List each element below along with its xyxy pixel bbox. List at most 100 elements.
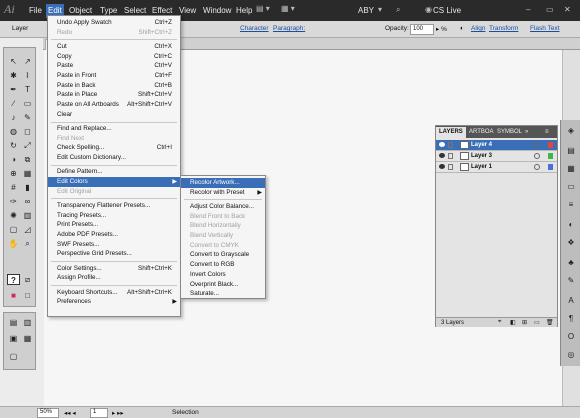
artboard-number-field[interactable]: 1: [90, 408, 108, 418]
scale-icon[interactable]: ⤢: [21, 140, 34, 151]
panel-icon[interactable]: ▦: [21, 333, 34, 344]
paintbrush-icon[interactable]: ♪: [7, 112, 20, 123]
clipping-mask-icon[interactable]: ◧: [510, 319, 516, 326]
column-graph-icon[interactable]: ▥: [21, 210, 34, 221]
opacity-field[interactable]: 100: [410, 24, 434, 35]
magic-wand-icon[interactable]: ✱: [7, 70, 20, 81]
menu-item-tracing-presets[interactable]: Tracing Presets...: [48, 211, 180, 221]
layers-panel-icon[interactable]: ◈: [564, 126, 578, 138]
menu-effect[interactable]: Effect: [152, 6, 172, 15]
menu-view[interactable]: View: [179, 6, 196, 15]
menu-item-convert-to-grayscale[interactable]: Convert to Grayscale: [181, 250, 265, 260]
menu-item-adobe-pdf-presets[interactable]: Adobe PDF Presets...: [48, 230, 180, 240]
recolor-icon[interactable]: ◐: [460, 25, 464, 32]
gradient-icon[interactable]: ▮: [21, 182, 34, 193]
character-link[interactable]: Character: [240, 25, 269, 32]
eraser-icon[interactable]: ◻: [21, 126, 34, 137]
align-link[interactable]: Align: [471, 25, 485, 32]
menu-item-cut[interactable]: Cut Ctrl+X: [48, 42, 180, 52]
maximize-icon[interactable]: ▭: [546, 5, 554, 14]
search-icon[interactable]: ⌕: [396, 5, 400, 15]
stroke-swatch-icon[interactable]: □: [21, 290, 34, 301]
menu-item-define-pattern[interactable]: Define Pattern...: [48, 167, 180, 177]
menu-item-edit-colors[interactable]: Edit Colors ▶: [48, 177, 180, 187]
menu-item-paste-in-place[interactable]: Paste in Place Shift+Ctrl+V: [48, 90, 180, 100]
zoom-icon[interactable]: ⌕: [21, 238, 34, 249]
target-circle-icon[interactable]: [534, 142, 540, 148]
none-fill-icon[interactable]: ⧄: [21, 274, 34, 285]
artboard-icon[interactable]: ▢: [7, 224, 20, 235]
menu-select[interactable]: Select: [124, 6, 146, 15]
layer-name[interactable]: Layer 1: [471, 164, 492, 170]
layer-name[interactable]: Layer 4: [471, 142, 492, 148]
eyedropper-icon[interactable]: ✑: [7, 196, 20, 207]
paragraph-link[interactable]: Paragraph:: [273, 25, 305, 32]
layer-row[interactable]: Layer 3: [436, 151, 557, 162]
brushes-panel-icon[interactable]: ✎: [564, 276, 578, 288]
menu-item-undo-apply-swatch[interactable]: Undo Apply Swatch Ctrl+Z: [48, 18, 180, 28]
pen-icon[interactable]: ✒: [7, 84, 20, 95]
trash-icon[interactable]: 🗑: [546, 319, 554, 326]
lasso-icon[interactable]: ⌇: [21, 70, 34, 81]
menu-object[interactable]: Object: [69, 6, 92, 15]
symbol-sprayer-icon[interactable]: ✺: [7, 210, 20, 221]
zoom-field[interactable]: 50%: [37, 408, 59, 418]
menu-item-preferences[interactable]: Preferences ▶: [48, 297, 180, 307]
cs-live-link[interactable]: CS Live: [433, 6, 461, 15]
menu-item-paste-in-back[interactable]: Paste in Back Ctrl+B: [48, 81, 180, 91]
menu-item-clear[interactable]: Clear: [48, 110, 180, 120]
gradient-panel-icon[interactable]: ▭: [564, 182, 578, 194]
menu-item-adjust-color-balance[interactable]: Adjust Color Balance...: [181, 202, 265, 212]
character-panel-icon[interactable]: A: [564, 296, 578, 308]
blend-icon[interactable]: ∞: [21, 196, 34, 207]
menu-item-convert-to-cmyk[interactable]: Convert to CMYK: [181, 241, 265, 251]
menu-item-edit-original[interactable]: Edit Original: [48, 187, 180, 197]
selection-icon[interactable]: ↖: [7, 56, 20, 67]
menu-item-recolor-with-preset[interactable]: Recolor with Preset ▶: [181, 188, 265, 198]
visibility-eye-icon[interactable]: [439, 153, 445, 158]
menu-type[interactable]: Type: [100, 6, 117, 15]
target-circle-icon[interactable]: [534, 153, 540, 159]
minimize-icon[interactable]: –: [526, 5, 530, 14]
menu-item-paste[interactable]: Paste Ctrl+V: [48, 61, 180, 71]
color-panel-icon[interactable]: ▤: [564, 146, 578, 158]
line-icon[interactable]: ∕: [7, 98, 20, 109]
menu-item-copy[interactable]: Copy Ctrl+C: [48, 52, 180, 62]
locate-object-icon[interactable]: ⌖: [498, 319, 501, 326]
shape-builder-icon[interactable]: ⊕: [7, 168, 20, 179]
menu-item-recolor-artwork[interactable]: Recolor Artwork...: [181, 178, 265, 188]
chevron-down-icon[interactable]: ▾: [378, 5, 382, 14]
direct-selection-icon[interactable]: ↗: [21, 56, 34, 67]
free-transform-icon[interactable]: ⧉: [21, 154, 34, 165]
tab-layers[interactable]: LAYERS: [436, 127, 466, 138]
menu-item-overprint-black[interactable]: Overprint Black...: [181, 280, 265, 290]
menu-item-color-settings[interactable]: Color Settings... Shift+Ctrl+K: [48, 264, 180, 274]
flash-text-link[interactable]: Flash Text: [530, 25, 560, 32]
opacity-dropdown-icon[interactable]: ▸ %: [436, 25, 447, 33]
menu-item-redo[interactable]: Redo Shift+Ctrl+Z: [48, 28, 180, 38]
stroke-panel-icon[interactable]: ≡: [564, 200, 578, 212]
panel-icon[interactable]: ▥: [21, 317, 34, 328]
tab-artboards[interactable]: ARTBOA: [466, 127, 497, 138]
menu-item-keyboard-shortcuts[interactable]: Keyboard Shortcuts... Alt+Shift+Ctrl+K: [48, 288, 180, 298]
menu-item-blend-horizontally[interactable]: Blend Horizontally: [181, 221, 265, 231]
menu-item-paste-in-front[interactable]: Paste in Front Ctrl+F: [48, 71, 180, 81]
lock-toggle-icon[interactable]: [448, 153, 453, 159]
menu-item-find-and-replace[interactable]: Find and Replace...: [48, 124, 180, 134]
hand-icon[interactable]: ✋: [7, 238, 20, 249]
mesh-icon[interactable]: #: [7, 182, 20, 193]
tab-symbols[interactable]: SYMBOL: [494, 127, 525, 138]
help-icon[interactable]: ?: [7, 274, 20, 285]
menu-item-assign-profile[interactable]: Assign Profile...: [48, 273, 180, 283]
menu-item-check-spelling[interactable]: Check Spelling... Ctrl+I: [48, 143, 180, 153]
blob-brush-icon[interactable]: ◍: [7, 126, 20, 137]
arrange-documents-icon[interactable]: ▦ ▾: [281, 4, 295, 13]
lock-toggle-icon[interactable]: [448, 164, 453, 170]
panel-menu-icon[interactable]: ≡: [542, 127, 552, 138]
menu-item-edit-custom-dictionary[interactable]: Edit Custom Dictionary...: [48, 153, 180, 163]
appearance-panel-icon[interactable]: ◐: [564, 220, 578, 232]
transparency-panel-icon[interactable]: ◎: [564, 350, 578, 362]
perspective-grid-icon[interactable]: ▦: [21, 168, 34, 179]
menu-item-perspective-grid-presets[interactable]: Perspective Grid Presets...: [48, 249, 180, 259]
menu-item-convert-to-rgb[interactable]: Convert to RGB: [181, 260, 265, 270]
